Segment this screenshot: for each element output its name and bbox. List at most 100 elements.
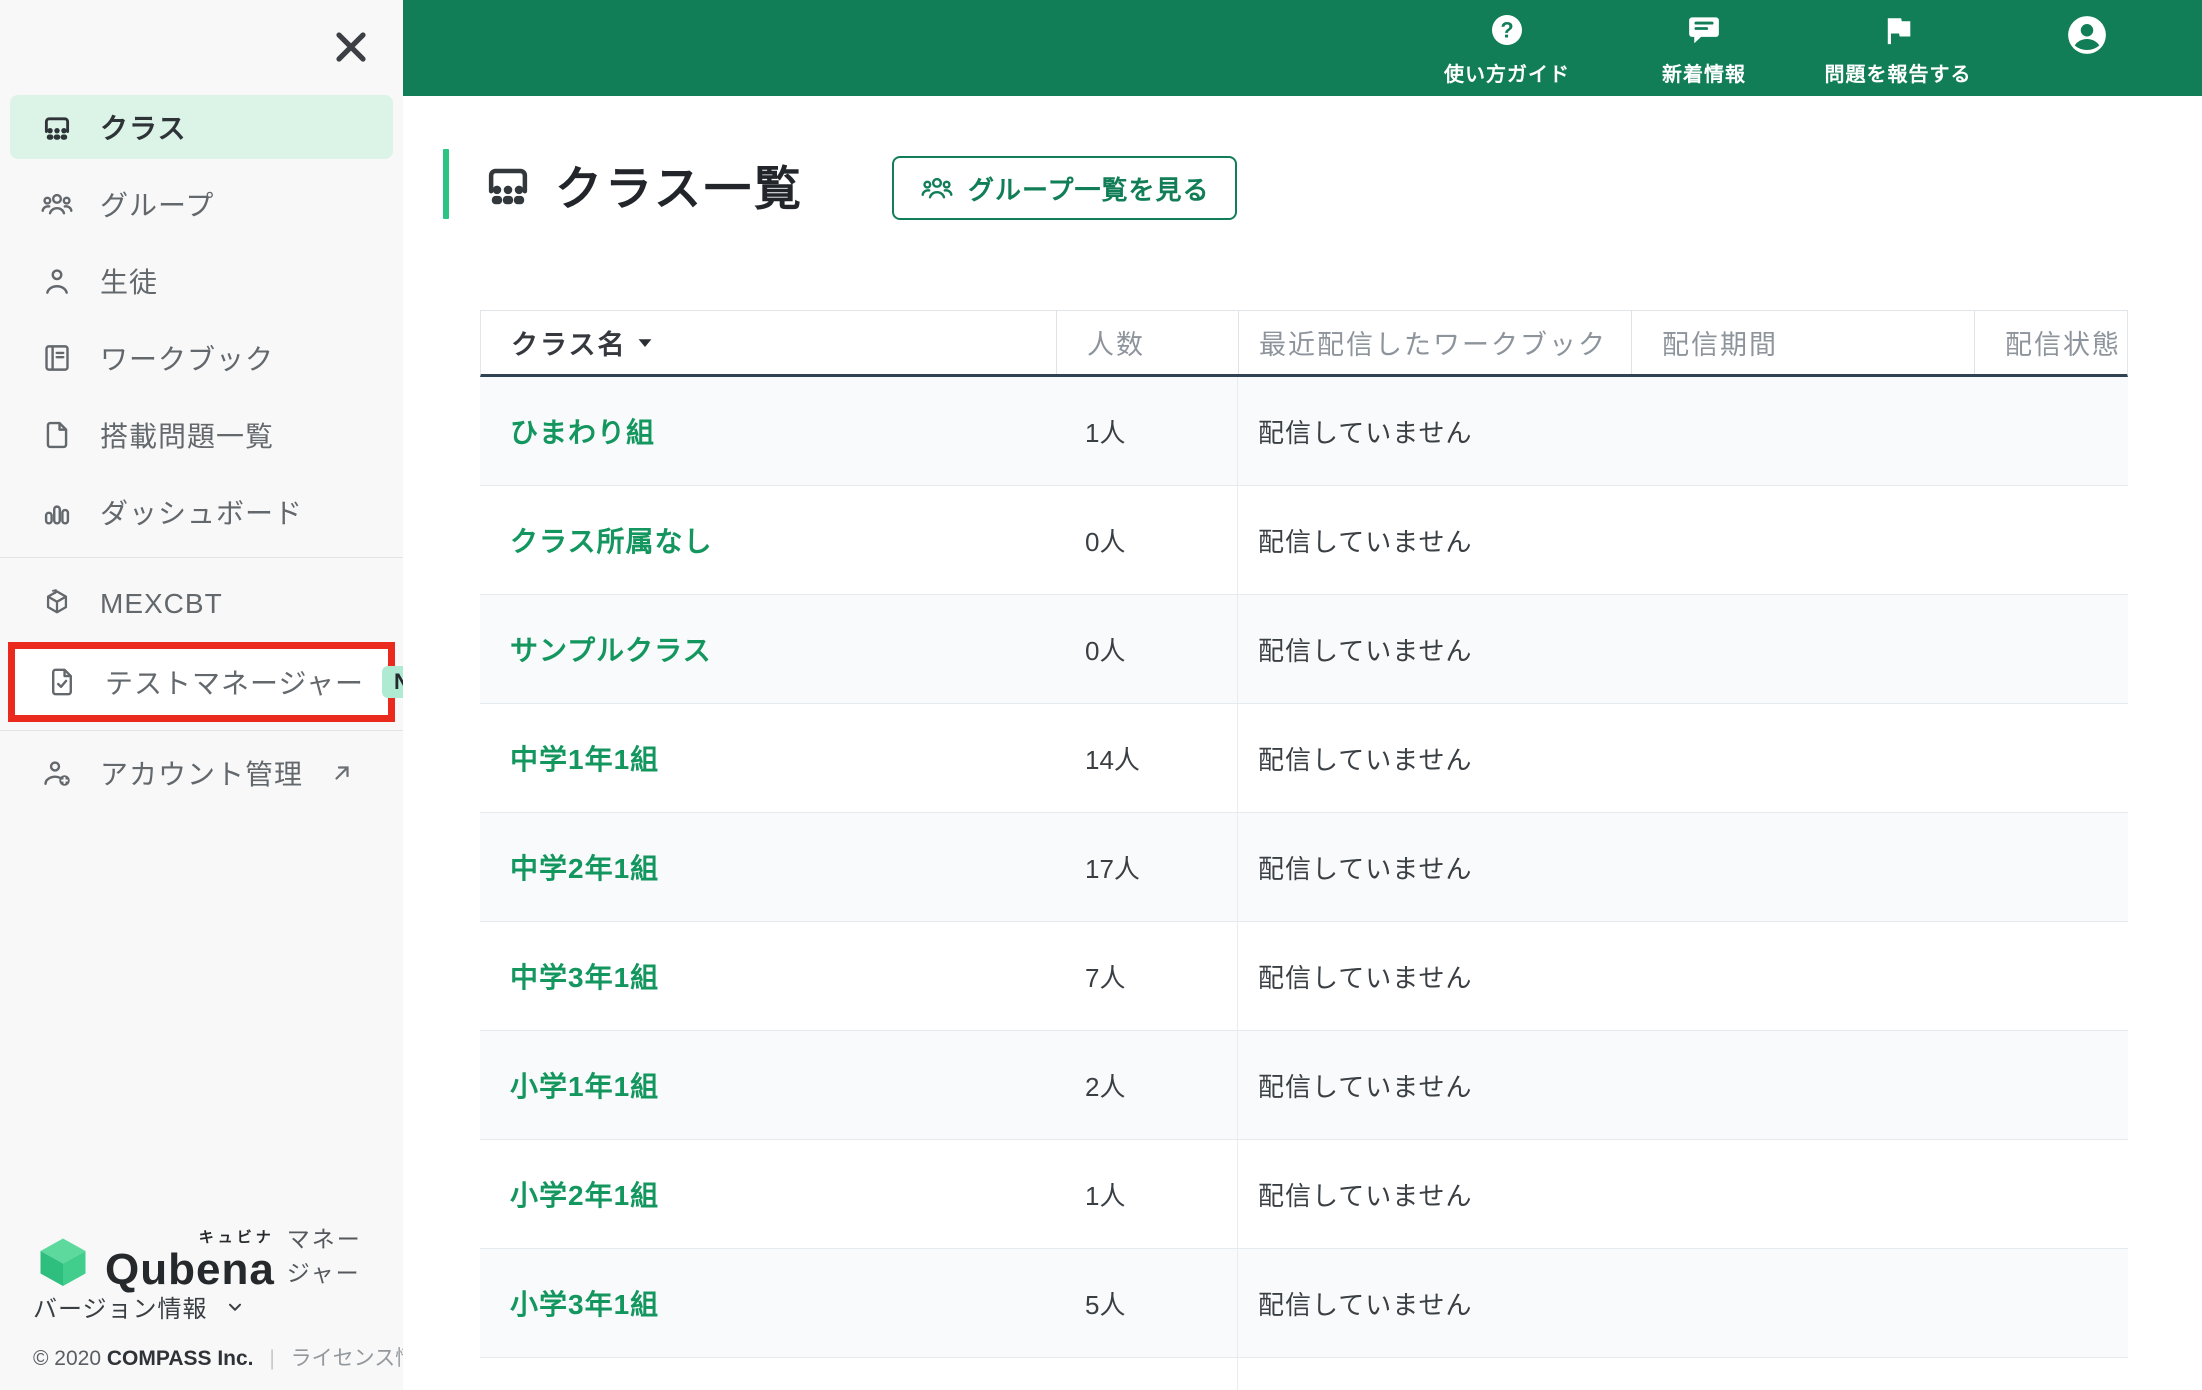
- period-cell: [1630, 377, 1973, 485]
- column-header-status: 配信状態: [1974, 311, 2129, 374]
- topbar-action-label: 新着情報: [1662, 64, 1746, 86]
- class-name-cell: 小学3年1組: [480, 1249, 1055, 1357]
- view-groups-button[interactable]: グループ一覧を見る: [892, 156, 1238, 220]
- dashboard-icon: [40, 495, 74, 529]
- topbar-action-guide[interactable]: ? 使い方ガイド: [1412, 12, 1602, 87]
- student-count-cell: 5人: [1085, 1289, 1126, 1320]
- doc-check-icon: [45, 665, 79, 699]
- class-icon: [481, 157, 535, 211]
- company-name: COMPASS Inc.: [106, 1347, 254, 1370]
- groups-icon: [40, 187, 74, 221]
- sidebar-main-nav: クラスグループ生徒ワークブック搭載問題一覧ダッシュボード: [0, 95, 403, 557]
- sidebar-item-group[interactable]: グループ: [10, 172, 393, 236]
- sidebar-item-label: ワークブック: [100, 344, 275, 375]
- view-groups-label: グループ一覧を見る: [968, 174, 1210, 205]
- class-name-link[interactable]: 中学1年1組: [510, 738, 659, 778]
- table-row: 中学3年1組 7人 配信していません: [480, 922, 2128, 1031]
- class-name-cell: クラス所属なし: [480, 486, 1055, 594]
- sidebar-item-label: アカウント管理: [100, 759, 304, 790]
- status-cell: [1973, 486, 2128, 594]
- class-name-link[interactable]: 中学3年1組: [510, 956, 659, 996]
- class-name-link[interactable]: クラス所属なし: [510, 520, 712, 560]
- logo-text: Qubena: [105, 1245, 275, 1294]
- sidebar-close-button[interactable]: [327, 23, 375, 71]
- topbar-action-label: 使い方ガイド: [1444, 64, 1570, 86]
- period-cell: [1630, 1140, 1973, 1248]
- sidebar-item-dashboard[interactable]: ダッシュボード: [10, 480, 393, 544]
- version-label: バージョン情報: [33, 1296, 208, 1323]
- profile-button[interactable]: [2042, 13, 2132, 60]
- student-count-cell: 2人: [1085, 1071, 1126, 1102]
- version-info-toggle[interactable]: バージョン情報: [33, 1289, 246, 1324]
- title-accent-bar: [443, 149, 449, 219]
- sidebar-item-label: MEXCBT: [100, 588, 223, 619]
- table-row: 小学3年1組 5人 配信していません: [480, 1249, 2128, 1358]
- sort-caret-icon: [638, 338, 652, 348]
- copyright: © 2020 COMPASS Inc. | ライセンス情報: [33, 1347, 438, 1370]
- svg-text:?: ?: [1500, 18, 1513, 43]
- topbar: ? 使い方ガイド 新着情報 問題を報告する: [403, 0, 2202, 96]
- class-name-cell: 中学1年1組: [480, 704, 1055, 812]
- student-count-cell: 14人: [1085, 744, 1140, 775]
- sidebar-secondary-nav: MEXCBT テストマネージャーNew アカウント管理: [0, 557, 452, 805]
- workbook-cell: 配信していません: [1237, 704, 1630, 812]
- class-name-cell: 小学1年1組: [480, 1031, 1055, 1139]
- workbook-cell: 配信していません: [1237, 1031, 1630, 1139]
- sidebar-item-label: 生徒: [100, 267, 159, 298]
- class-name-cell: 中学3年1組: [480, 922, 1055, 1030]
- class-name-link[interactable]: ひまわり組: [510, 411, 655, 451]
- period-cell: [1630, 1031, 1973, 1139]
- class-name-link[interactable]: 小学3年1組: [510, 1283, 659, 1323]
- external-link-icon: [327, 758, 357, 788]
- sidebar-item-label: テストマネージャー: [105, 668, 365, 699]
- help-icon: ?: [1489, 12, 1525, 48]
- student-count-cell: 0人: [1085, 526, 1126, 557]
- table-row: サンプルクラス 0人 配信していません: [480, 595, 2128, 704]
- status-cell: [1973, 704, 2128, 812]
- sidebar-item-student[interactable]: 生徒: [10, 249, 393, 313]
- topbar-action-report[interactable]: 問題を報告する: [1803, 12, 1993, 87]
- period-cell: [1630, 813, 1973, 921]
- sidebar: クラスグループ生徒ワークブック搭載問題一覧ダッシュボード MEXCBT テストマネ…: [0, 0, 452, 1390]
- sidebar-item-test-manager[interactable]: テストマネージャーNew: [15, 649, 452, 715]
- qubena-cube-icon: [33, 1232, 93, 1292]
- status-cell: [1973, 595, 2128, 703]
- class-name-link[interactable]: 中学2年1組: [510, 847, 659, 887]
- column-header-class-name[interactable]: クラス名: [481, 311, 1056, 374]
- sidebar-item-class[interactable]: クラス: [10, 95, 393, 159]
- student-count-cell: 0人: [1085, 635, 1126, 666]
- sidebar-item-label: グループ: [100, 190, 215, 221]
- column-header-period: 配信期間: [1631, 311, 1974, 374]
- period-cell: [1630, 595, 1973, 703]
- sidebar-item-label: クラス: [100, 113, 187, 144]
- workbook-icon: [40, 341, 74, 375]
- column-header-workbook: 最近配信したワークブック: [1238, 311, 1631, 374]
- status-cell: [1973, 1140, 2128, 1248]
- table-row: 中学2年1組 17人 配信していません: [480, 813, 2128, 922]
- table-row: 中学1年1組 14人 配信していません: [480, 704, 2128, 813]
- account-circle-icon: [2065, 13, 2109, 57]
- class-name-link[interactable]: 小学1年1組: [510, 1065, 659, 1105]
- student-count-cell: 7人: [1085, 962, 1126, 993]
- topbar-action-news[interactable]: 新着情報: [1609, 12, 1799, 87]
- class-name-link[interactable]: サンプルクラス: [510, 629, 712, 669]
- chat-icon: [1686, 12, 1722, 48]
- class-name-cell: 中学2年1組: [480, 813, 1055, 921]
- workbook-cell: 配信していません: [1237, 1249, 1630, 1357]
- workbook-cell: 配信していません: [1237, 1140, 1630, 1248]
- table-row: クラス所属なし 0人 配信していません: [480, 486, 2128, 595]
- page-title: クラス一覧: [555, 161, 805, 215]
- sidebar-item-label: ダッシュボード: [100, 498, 304, 529]
- class-name-link[interactable]: 小学2年1組: [510, 1174, 659, 1214]
- status-cell: [1973, 377, 2128, 485]
- table-body: ひまわり組 1人 配信していません クラス所属なし 0人 配信していません サンプルクラス 0…: [480, 377, 2128, 1390]
- workbook-cell: 配信していません: [1237, 595, 1630, 703]
- document-icon: [40, 418, 74, 452]
- period-cell: [1630, 922, 1973, 1030]
- sidebar-item-account[interactable]: アカウント管理: [10, 741, 393, 805]
- status-cell: [1973, 1031, 2128, 1139]
- logo-suffix: マネージャー: [286, 1226, 362, 1286]
- sidebar-item-mexcbt[interactable]: MEXCBT: [10, 574, 393, 634]
- sidebar-item-workbook[interactable]: ワークブック: [10, 326, 393, 390]
- sidebar-item-problems[interactable]: 搭載問題一覧: [10, 403, 393, 467]
